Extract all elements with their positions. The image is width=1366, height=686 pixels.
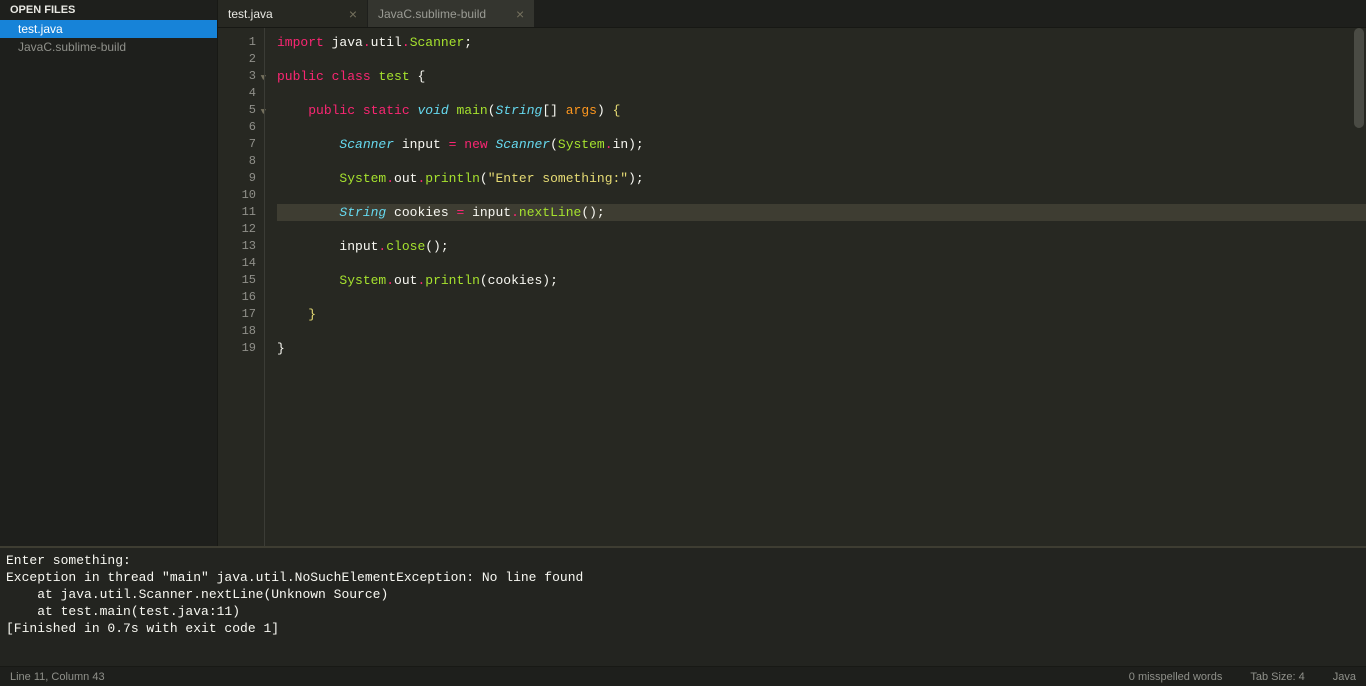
status-misspelled[interactable]: 0 misspelled words — [1129, 671, 1223, 683]
gutter: 123▼45▼678910111213141516171819 — [218, 28, 264, 546]
status-bar: Line 11, Column 43 0 misspelled words Ta… — [0, 666, 1366, 686]
code-line[interactable]: public class test { — [277, 68, 1366, 85]
line-number: 8 — [218, 153, 256, 170]
code-line[interactable]: public static void main(String[] args) { — [277, 102, 1366, 119]
editor-tab[interactable]: test.java × — [218, 0, 368, 27]
sidebar-file-item[interactable]: JavaC.sublime-build — [0, 38, 217, 56]
code-line[interactable] — [277, 323, 1366, 340]
open-files-header: OPEN FILES — [0, 0, 217, 20]
line-number: 13 — [218, 238, 256, 255]
status-language[interactable]: Java — [1333, 671, 1356, 683]
line-number: 7 — [218, 136, 256, 153]
editor-tab[interactable]: JavaC.sublime-build × — [368, 0, 535, 27]
line-number: 17 — [218, 306, 256, 323]
line-number: 5▼ — [218, 102, 256, 119]
line-number: 14 — [218, 255, 256, 272]
line-number: 16 — [218, 289, 256, 306]
code-content[interactable]: import java.util.Scanner; public class t… — [264, 28, 1366, 546]
code-line[interactable] — [277, 51, 1366, 68]
code-line[interactable] — [277, 119, 1366, 136]
tab-label: JavaC.sublime-build — [378, 7, 486, 21]
tab-bar: test.java × JavaC.sublime-build × — [218, 0, 1366, 28]
code-line[interactable]: } — [277, 306, 1366, 323]
line-number: 10 — [218, 187, 256, 204]
line-number: 11 — [218, 204, 256, 221]
line-number: 15 — [218, 272, 256, 289]
line-number: 1 — [218, 34, 256, 51]
status-cursor-position: Line 11, Column 43 — [10, 671, 105, 683]
scrollbar-vertical[interactable] — [1354, 28, 1364, 128]
code-line[interactable]: import java.util.Scanner; — [277, 34, 1366, 51]
code-line[interactable] — [277, 187, 1366, 204]
code-line[interactable] — [277, 221, 1366, 238]
code-area[interactable]: 123▼45▼678910111213141516171819 import j… — [218, 28, 1366, 546]
line-number: 3▼ — [218, 68, 256, 85]
line-number: 9 — [218, 170, 256, 187]
build-output-panel[interactable]: Enter something: Exception in thread "ma… — [0, 546, 1366, 666]
code-line[interactable]: String cookies = input.nextLine(); — [277, 204, 1366, 221]
code-line[interactable] — [277, 153, 1366, 170]
line-number: 19 — [218, 340, 256, 357]
editor-pane: test.java×JavaC.sublime-build× 123▼45▼67… — [218, 0, 1366, 546]
sidebar: OPEN FILES test.javaJavaC.sublime-build — [0, 0, 218, 546]
code-line[interactable] — [277, 85, 1366, 102]
code-line[interactable] — [277, 255, 1366, 272]
line-number: 4 — [218, 85, 256, 102]
code-line[interactable]: System.out.println("Enter something:"); — [277, 170, 1366, 187]
code-line[interactable]: System.out.println(cookies); — [277, 272, 1366, 289]
code-line[interactable]: } — [277, 340, 1366, 357]
sidebar-file-item[interactable]: test.java — [0, 20, 217, 38]
line-number: 6 — [218, 119, 256, 136]
close-icon[interactable]: × — [516, 7, 524, 21]
status-tab-size[interactable]: Tab Size: 4 — [1250, 671, 1304, 683]
close-icon[interactable]: × — [349, 7, 357, 21]
tab-label: test.java — [228, 7, 273, 21]
line-number: 2 — [218, 51, 256, 68]
line-number: 12 — [218, 221, 256, 238]
code-line[interactable] — [277, 289, 1366, 306]
code-line[interactable]: Scanner input = new Scanner(System.in); — [277, 136, 1366, 153]
line-number: 18 — [218, 323, 256, 340]
code-line[interactable]: input.close(); — [277, 238, 1366, 255]
